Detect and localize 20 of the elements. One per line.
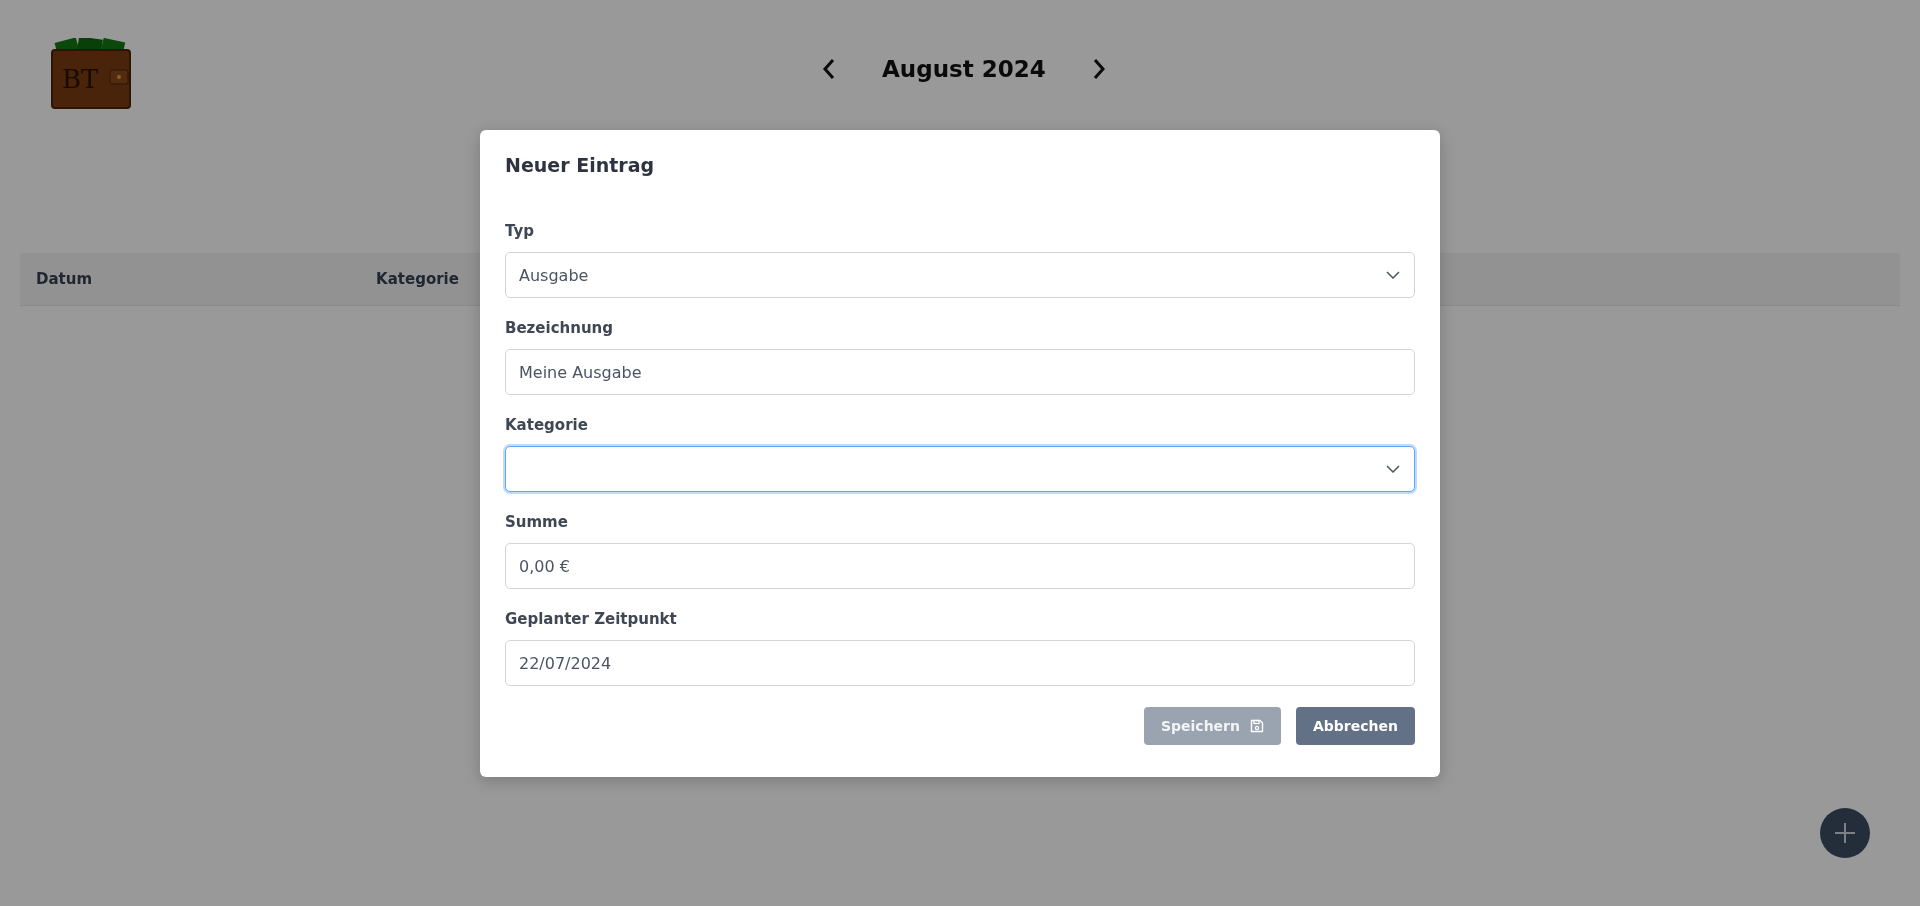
input-field[interactable]: 0,00 € [505,543,1415,589]
chevron-down-icon [1386,465,1400,473]
chevron-left-icon [822,58,836,80]
field-label: Bezeichnung [505,319,614,337]
input-field[interactable]: Meine Ausgabe [505,349,1415,395]
column-header: Kategorie [376,270,459,288]
chevron-right-icon [1091,58,1106,80]
column-header: Datum [36,270,93,288]
cancel-button[interactable]: Abbrechen [1296,707,1415,745]
add-button[interactable] [1820,808,1870,858]
input-field[interactable]: 22/07/2024 [505,640,1415,686]
plus-icon [1834,822,1856,844]
select-field[interactable]: Ausgabe [505,252,1415,298]
field-label: Summe [505,513,569,531]
field-label: Typ [505,222,535,240]
dialog-title: Neuer Eintrag [505,154,656,176]
month-title: August 2024 [882,56,1046,82]
chevron-down-icon [1386,271,1400,279]
field-label: Geplanter Zeitpunkt [505,610,678,628]
field-label: Kategorie [505,416,589,434]
